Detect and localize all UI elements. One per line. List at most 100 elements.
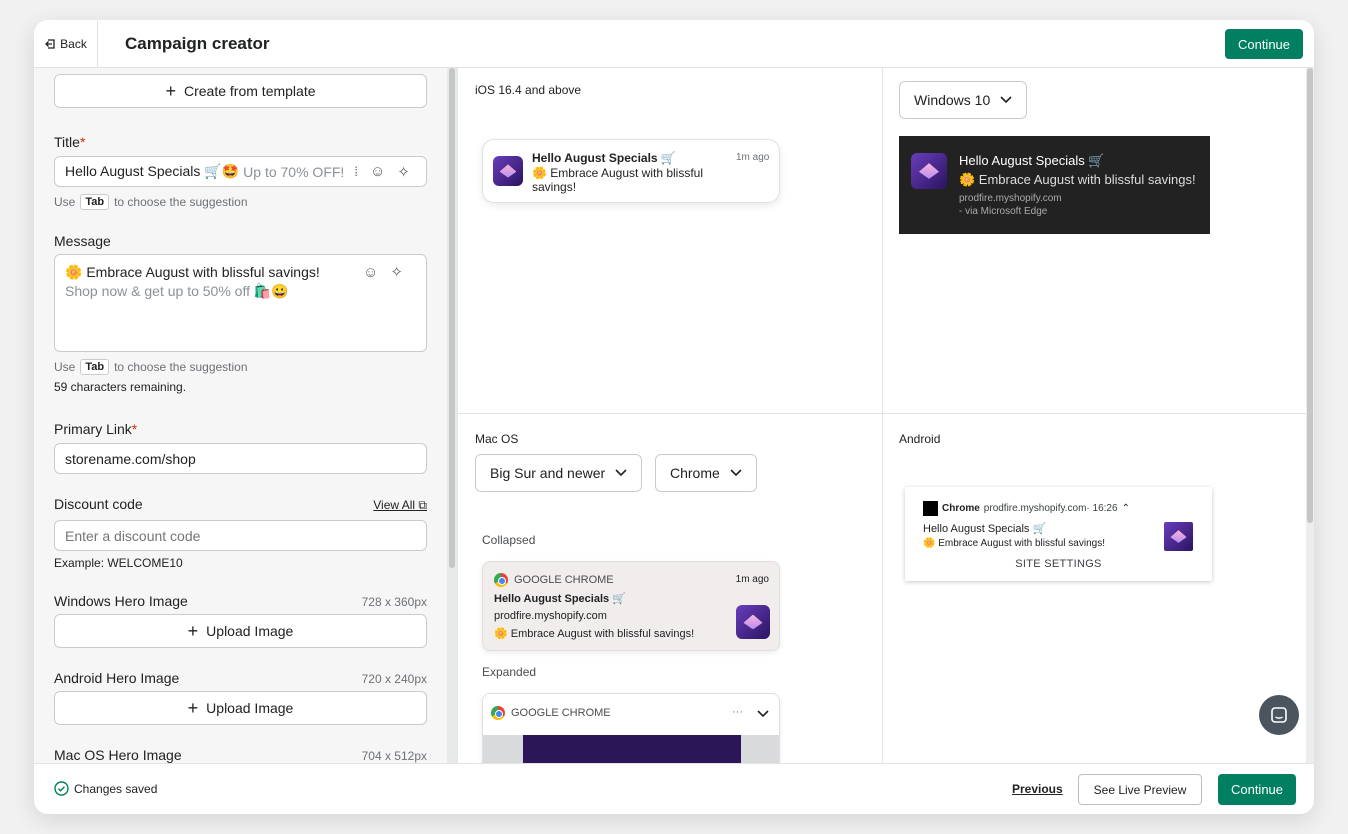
chrome-notif-body: 🌼 Embrace August with blissful savings!: [494, 628, 695, 640]
app-icon: [911, 153, 947, 189]
title-hint: Use Tab to choose the suggestion: [54, 194, 248, 210]
mac-hero-size: 704 x 512px: [361, 749, 427, 763]
upload-label: Upload Image: [206, 623, 294, 639]
discount-label: Discount code: [54, 496, 143, 512]
message-hint: Use Tab to choose the suggestion: [54, 359, 248, 375]
ios-notif-time: 1m ago: [736, 152, 770, 163]
windows-notif-site: prodfire.myshopify.com: [959, 193, 1062, 204]
top-bar: Back Campaign creator Continue: [34, 20, 1314, 68]
plus-icon: +: [187, 697, 199, 718]
android-notification: Chrome prodfire.myshopify.com· 16:26 ⌃ H…: [905, 487, 1212, 581]
mac-title: Mac OS: [475, 432, 519, 446]
emoji-icon[interactable]: ☺: [363, 263, 378, 282]
windows-notif-via: - via Microsoft Edge: [959, 206, 1048, 217]
mac-version-select[interactable]: Big Sur and newer: [475, 454, 643, 492]
site-settings-button[interactable]: SITE SETTINGS: [905, 558, 1212, 570]
chevron-down-icon: [730, 469, 742, 477]
mac-expanded-notification: GOOGLE CHROME ···: [482, 693, 780, 763]
form-panel: + Create from template Title* Hello Augu…: [34, 68, 458, 763]
upload-label: Upload Image: [206, 700, 294, 716]
back-label: Back: [60, 37, 87, 51]
message-input[interactable]: 🌼 Embrace August with blissful savings! …: [54, 254, 427, 352]
see-live-preview-button[interactable]: See Live Preview: [1078, 774, 1202, 805]
app-icon: [493, 156, 523, 186]
hero-image: [523, 735, 741, 763]
chrome-icon: [491, 706, 505, 720]
android-notif-body: 🌼 Embrace August with blissful savings!: [923, 538, 1105, 549]
mac-browser-select[interactable]: Chrome: [655, 454, 757, 492]
title-label: Title*: [54, 134, 86, 150]
chrome-notif-title: Hello August Specials 🛒: [494, 593, 626, 605]
continue-button[interactable]: Continue: [1225, 29, 1303, 59]
chrome-notif-site: prodfire.myshopify.com: [494, 610, 607, 622]
message-value: 🌼 Embrace August with blissful savings!: [65, 264, 320, 280]
chat-icon: [1271, 707, 1287, 723]
android-hero-label: Android Hero Image: [54, 670, 180, 686]
mac-collapsed-notification: GOOGLE CHROME 1m ago Hello August Specia…: [482, 561, 780, 651]
discount-input[interactable]: [54, 520, 427, 551]
preview-panel: iOS 16.4 and above Hello August Specials…: [458, 68, 1314, 763]
chrome-app-name: GOOGLE CHROME: [514, 574, 614, 586]
windows-version-select[interactable]: Windows 10: [899, 81, 1028, 119]
divider: [458, 413, 1306, 414]
back-button[interactable]: Back: [34, 20, 98, 68]
app-icon: [1164, 522, 1193, 551]
collapsed-label: Collapsed: [482, 533, 536, 547]
hero-image-area: [483, 735, 779, 763]
title-input[interactable]: Hello August Specials 🛒🤩 Up to 70% OFF! …: [54, 156, 427, 187]
ios-notif-title: Hello August Specials 🛒: [532, 151, 676, 165]
chevron-down-icon[interactable]: [757, 710, 769, 718]
divider: [882, 68, 883, 763]
primary-link-input[interactable]: storename.com/shop: [54, 443, 427, 474]
chevron-down-icon: [615, 469, 627, 477]
chevron-down-icon: [1000, 96, 1012, 104]
footer-continue-button[interactable]: Continue: [1218, 774, 1296, 805]
android-notif-title: Hello August Specials 🛒: [923, 523, 1047, 535]
saved-status: Changes saved: [54, 781, 157, 796]
message-suggestion: Shop now & get up to 50% off 🛍️😀: [65, 283, 289, 299]
view-all-link[interactable]: View All ⧉: [373, 498, 427, 513]
emoji-icon[interactable]: ☺: [370, 163, 385, 180]
form-scrollbar[interactable]: [447, 68, 457, 763]
ios-notification: Hello August Specials 🛒 1m ago 🌼 Embrace…: [482, 139, 780, 203]
sparkle-icon[interactable]: ✧: [397, 163, 410, 181]
windows-upload-button[interactable]: + Upload Image: [54, 614, 427, 648]
windows-hero-label: Windows Hero Image: [54, 593, 188, 609]
external-link-icon: ⧉: [418, 498, 427, 512]
chevron-up-icon[interactable]: ⌃: [1122, 503, 1130, 514]
ios-notif-body: 🌼 Embrace August with blissful savings!: [532, 166, 704, 194]
mac-hero-label: Mac OS Hero Image: [54, 747, 182, 763]
page-title: Campaign creator: [125, 34, 270, 53]
plus-icon: +: [165, 80, 176, 101]
message-label: Message: [54, 233, 111, 249]
android-meta: prodfire.myshopify.com· 16:26: [983, 503, 1118, 514]
cursor-icon: ⁞: [354, 164, 358, 179]
previous-link[interactable]: Previous: [1012, 782, 1063, 796]
create-from-template-label: Create from template: [184, 83, 316, 99]
android-upload-button[interactable]: + Upload Image: [54, 691, 427, 725]
title-suggestion: Up to 70% OFF!: [243, 163, 345, 180]
app-window: Back Campaign creator Continue + Create …: [34, 20, 1314, 814]
app-icon: [736, 605, 770, 639]
title-value: Hello August Specials 🛒🤩: [65, 163, 240, 179]
windows-notification: Hello August Specials 🛒 🌼 Embrace August…: [899, 136, 1210, 234]
chrome-app-name: GOOGLE CHROME: [511, 707, 611, 719]
android-hero-size: 720 x 240px: [361, 672, 427, 686]
create-from-template-button[interactable]: + Create from template: [54, 74, 427, 108]
chars-remaining: 59 characters remaining.: [54, 380, 187, 394]
android-app-name: Chrome: [942, 503, 980, 514]
chrome-time: 1m ago: [735, 574, 769, 585]
chat-button[interactable]: [1259, 695, 1299, 735]
windows-notif-body: 🌼 Embrace August with blissful savings!: [959, 172, 1196, 187]
sparkle-icon[interactable]: ✧: [390, 263, 403, 282]
more-dots-icon[interactable]: ···: [732, 706, 743, 718]
primary-link-label: Primary Link*: [54, 421, 138, 437]
expanded-label: Expanded: [482, 665, 537, 679]
check-circle-icon: [54, 781, 69, 796]
discount-example: Example: WELCOME10: [54, 556, 183, 570]
windows-hero-size: 728 x 360px: [361, 595, 427, 609]
footer-bar: Changes saved Previous See Live Preview …: [34, 763, 1314, 814]
android-title: Android: [899, 432, 941, 446]
plus-icon: +: [187, 620, 199, 641]
preview-scrollbar[interactable]: [1306, 68, 1314, 763]
